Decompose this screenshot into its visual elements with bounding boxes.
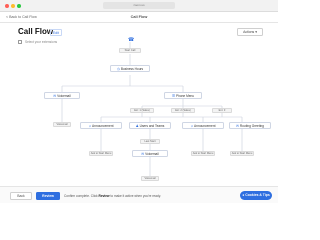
voicemail-left-pill[interactable]: Voicemail	[53, 122, 71, 127]
announcement-1-label: Announcement	[92, 123, 114, 128]
page-title: Call Flow	[18, 27, 54, 36]
users-icon: ♟	[135, 123, 139, 128]
voicemail-bottom-pill[interactable]: Voicemail	[141, 176, 159, 181]
announcement-2-label: Announcement	[194, 123, 216, 128]
voicemail-icon: ✉	[53, 93, 57, 98]
top-bar-title: Call Flow	[130, 15, 148, 19]
address-bar[interactable]: zoom.us	[103, 2, 175, 9]
extensions-checkbox[interactable]	[18, 40, 22, 44]
phone-menu-option-1[interactable]: Ext: 1 (Sales)	[130, 108, 154, 113]
greeting-icon: ✉	[236, 123, 239, 128]
announcement-node-2[interactable]: ♫ Announcement	[182, 122, 224, 129]
business-hours-label: Business Hours	[120, 66, 144, 71]
edit-button[interactable]: Edit	[50, 29, 62, 36]
voicemail-left-label: Voicemail	[57, 93, 71, 98]
maximize-window-icon[interactable]	[17, 4, 21, 8]
business-hours-node[interactable]: ◷ Business Hours	[110, 65, 150, 72]
voicemail-node-bottom[interactable]: ✉ Voicemail	[132, 150, 168, 157]
routing-greeting-label: Routing Greeting	[239, 123, 264, 128]
users-and-teams-pill[interactable]: Last Start	[140, 139, 160, 144]
announcement-node-1[interactable]: ♫ Announcement	[80, 122, 122, 129]
announcement-2-pill[interactable]: Ask to Start Menu	[191, 151, 215, 156]
extensions-checkbox-label: Select your extensions	[25, 40, 58, 44]
actions-dropdown[interactable]: Actions ▾	[237, 28, 263, 36]
back-button[interactable]: Back	[10, 192, 32, 200]
voicemail-node-left[interactable]: ✉ Voicemail	[44, 92, 80, 99]
megaphone-icon: ♫	[88, 123, 92, 128]
cookies-tips-label: Cookies & Tips	[245, 193, 270, 197]
phone-menu-option-2[interactable]: Ext: 2 (Sales)	[171, 108, 195, 113]
chevron-down-icon: ▾	[255, 30, 257, 34]
routing-greeting-node[interactable]: ✉ Routing Greeting	[229, 122, 271, 129]
footer-note-prefix: Confirm complete. Click	[64, 194, 98, 198]
phone-icon: ☎	[128, 37, 135, 43]
minimize-window-icon[interactable]	[11, 4, 15, 8]
actions-label: Actions	[243, 30, 255, 34]
close-window-icon[interactable]	[5, 4, 9, 8]
voicemail-icon: ✉	[141, 151, 145, 156]
browser-chrome: zoom.us	[0, 0, 278, 12]
top-bar: < Back to Call Flow Call Flow	[0, 12, 278, 23]
footer-bar: Back Review Confirm complete. Click Revi…	[0, 186, 278, 203]
window-controls	[5, 4, 21, 8]
phone-menu-option-3[interactable]: Ext: 3	[212, 108, 232, 113]
phone-menu-node[interactable]: ☰ Phone Menu	[164, 92, 202, 99]
announcement-1-pill[interactable]: Ask to Start Menu	[89, 151, 113, 156]
megaphone-icon: ♫	[190, 123, 194, 128]
extensions-checkbox-row[interactable]: Select your extensions	[18, 40, 57, 44]
phone-menu-label: Phone Menu	[175, 93, 195, 98]
menu-icon: ☰	[171, 93, 175, 98]
footer-note: Confirm complete. Click Review to make i…	[64, 192, 161, 200]
users-and-teams-label: Users and Teams	[139, 123, 165, 128]
footer-note-suffix: to make it active when you're ready.	[110, 194, 161, 198]
start-call-node[interactable]: Start Call	[119, 48, 141, 53]
users-and-teams-node[interactable]: ♟ Users and Teams	[129, 122, 171, 129]
review-button[interactable]: Review	[36, 192, 60, 200]
cookies-tips-button[interactable]: ● Cookies & Tips	[240, 191, 272, 200]
footer-note-bold: Review	[98, 194, 110, 198]
routing-greeting-pill[interactable]: Ask to Start Menu	[230, 151, 254, 156]
clock-icon: ◷	[116, 66, 120, 71]
voicemail-bottom-label: Voicemail	[145, 151, 159, 156]
